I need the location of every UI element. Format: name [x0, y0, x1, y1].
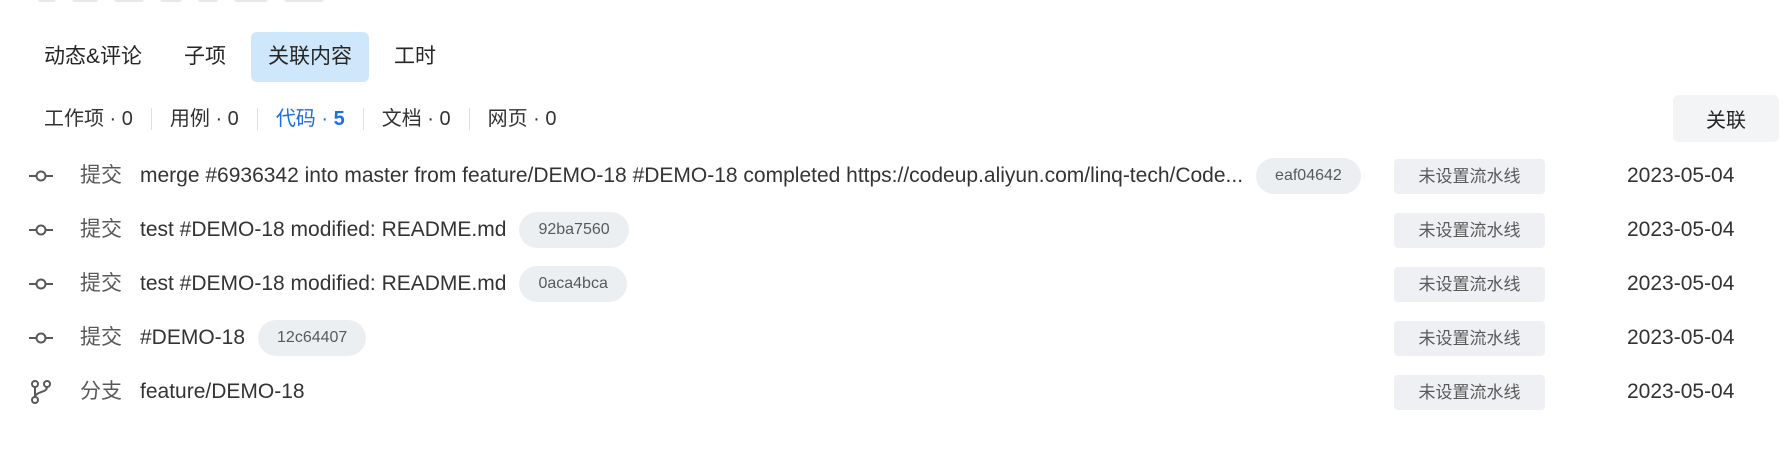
- filter-code-count: 5: [333, 108, 345, 130]
- commit-hash-badge[interactable]: 0aca4bca: [519, 266, 627, 302]
- tab-subitems[interactable]: 子项: [167, 32, 243, 82]
- code-list-item[interactable]: 提交 #DEMO-18 12c64407 未设置流水线 2023-05-04: [0, 316, 1792, 360]
- item-type: 提交: [80, 218, 122, 241]
- branch-name: feature/DEMO-18: [140, 380, 305, 403]
- pipeline-status-badge[interactable]: 未设置流水线: [1394, 375, 1545, 410]
- filter-webpages[interactable]: 网页 · 0: [470, 103, 575, 135]
- item-type: 提交: [80, 272, 122, 295]
- commit-message: #DEMO-18: [140, 326, 246, 349]
- code-list-item[interactable]: 分支 feature/DEMO-18 未设置流水线 2023-05-04: [0, 370, 1792, 414]
- item-date: 2023-05-04: [1627, 218, 1735, 241]
- top-breadcrumb-fragment: [38, 0, 324, 2]
- commit-hash-badge[interactable]: 92ba7560: [519, 212, 629, 248]
- item-date: 2023-05-04: [1627, 326, 1735, 349]
- pipeline-status-badge[interactable]: 未设置流水线: [1394, 321, 1545, 356]
- filter-code-label: 代码 ·: [275, 108, 334, 130]
- code-list-item[interactable]: 提交 test #DEMO-18 modified: README.md 0ac…: [0, 262, 1792, 306]
- code-list-item[interactable]: 提交 test #DEMO-18 modified: README.md 92b…: [0, 208, 1792, 252]
- item-date: 2023-05-04: [1627, 164, 1735, 187]
- code-list-item[interactable]: 提交 merge #6936342 into master from featu…: [0, 154, 1792, 198]
- item-title[interactable]: merge #6936342 into master from feature/…: [140, 154, 1361, 198]
- detail-tabs: 动态&评论 子项 关联内容 工时: [27, 32, 461, 82]
- item-type: 提交: [80, 164, 122, 187]
- tab-work-hours[interactable]: 工时: [377, 32, 453, 82]
- item-type: 分支: [80, 380, 122, 403]
- filter-workitems[interactable]: 工作项 · 0: [44, 103, 151, 135]
- filter-testcases[interactable]: 用例 · 0: [152, 103, 257, 135]
- commit-hash-badge[interactable]: 12c64407: [258, 320, 367, 356]
- commit-message: test #DEMO-18 modified: README.md: [140, 218, 507, 241]
- commit-message: test #DEMO-18 modified: README.md: [140, 272, 507, 295]
- commit-icon: [28, 271, 54, 297]
- related-type-filters: 工作项 · 0 用例 · 0 代码 · 5 文档 · 0 网页 · 0: [44, 103, 575, 135]
- item-type: 提交: [80, 326, 122, 349]
- pipeline-status-badge[interactable]: 未设置流水线: [1394, 159, 1545, 194]
- pipeline-status-badge[interactable]: 未设置流水线: [1394, 267, 1545, 302]
- tab-activity-comments[interactable]: 动态&评论: [27, 32, 159, 82]
- commit-message: merge #6936342 into master from feature/…: [140, 164, 1244, 187]
- commit-icon: [28, 325, 54, 351]
- commit-hash-badge[interactable]: eaf04642: [1256, 158, 1361, 194]
- item-date: 2023-05-04: [1627, 380, 1735, 403]
- filter-documents[interactable]: 文档 · 0: [364, 103, 469, 135]
- commit-icon: [28, 217, 54, 243]
- item-title[interactable]: test #DEMO-18 modified: README.md 92ba75…: [140, 208, 629, 252]
- filter-code[interactable]: 代码 · 5: [258, 103, 363, 135]
- tab-related-content[interactable]: 关联内容: [251, 32, 370, 82]
- item-title[interactable]: #DEMO-18 12c64407: [140, 316, 367, 360]
- item-title[interactable]: test #DEMO-18 modified: README.md 0aca4b…: [140, 262, 627, 306]
- pipeline-status-badge[interactable]: 未设置流水线: [1394, 213, 1545, 248]
- commit-icon: [28, 163, 54, 189]
- link-button[interactable]: 关联: [1673, 95, 1779, 142]
- branch-icon: [28, 379, 54, 405]
- item-title[interactable]: feature/DEMO-18: [140, 370, 305, 414]
- item-date: 2023-05-04: [1627, 272, 1735, 295]
